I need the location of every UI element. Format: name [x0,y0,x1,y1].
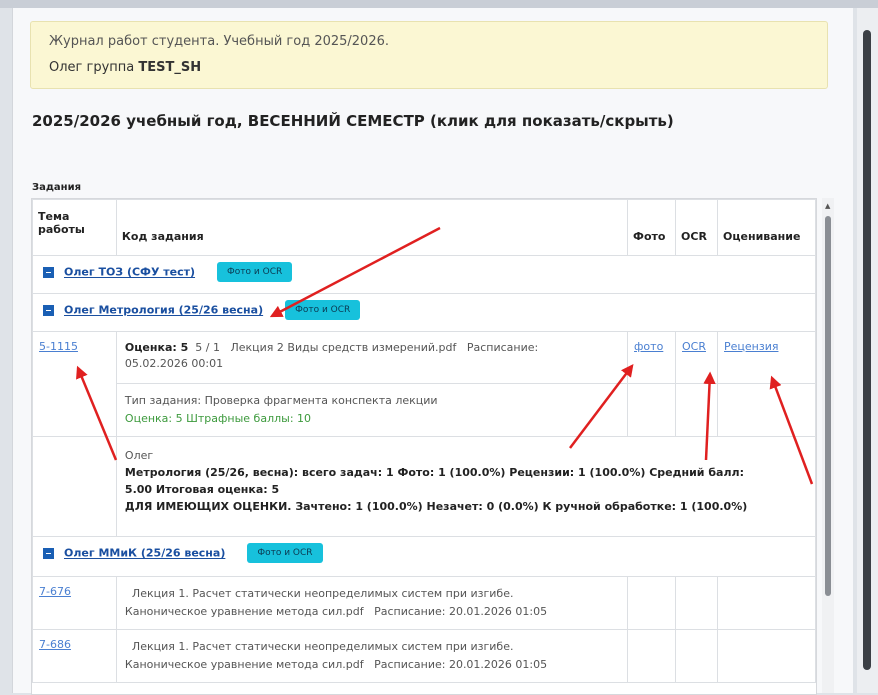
task-schedule-label: Расписание: [466,341,539,354]
group-name: TEST_SH [138,60,202,75]
tasks-table-container: Тема работы Код задания Фото OCR Оценива… [31,198,817,695]
student-name: Олег [49,60,83,75]
task-grade: Оценка: 5 [124,341,189,354]
task-title: Лекция 1. Расчет статически неопределимы… [131,587,514,600]
group-prefix: группа [86,60,135,75]
group-link-metrology[interactable]: Олег Метрология (25/26 весна) [64,304,263,317]
page-scrollbar-thumb[interactable] [863,30,871,670]
task-link[interactable]: 7-676 [39,585,71,598]
task-file-name: Каноническое уравнение метода сил.pdf [124,605,364,618]
tasks-label: Задания [32,182,82,193]
task-file-name: Лекция 2 Виды средств измерений.pdf [230,341,457,354]
summary-student-name: Олег [124,449,154,462]
task-score: Оценка: 5 Штрафные баллы: 10 [124,412,312,425]
table-scrollbar-thumb[interactable] [825,216,831,596]
group-link-toz[interactable]: Олег ТОЗ (СФУ тест) [64,266,195,279]
group-row-toz: Олег ТОЗ (СФУ тест) Фото и OCR [32,255,816,294]
task-schedule: Расписание: 20.01.2026 01:05 [374,658,548,671]
collapse-toggle-icon[interactable] [43,304,54,316]
student-info: Олег группа TEST_SH [49,60,201,75]
review-link[interactable]: Рецензия [724,340,778,353]
page-scrollbar[interactable] [857,8,878,693]
task-grade-fraction: 5 / 1 [195,341,220,354]
task-schedule: Расписание: 20.01.2026 01:05 [374,605,548,618]
summary-line-3: ДЛЯ ИМЕЮЩИХ ОЦЕНКИ. Зачтено: 1 (100.0%) … [124,500,748,513]
task-title: Лекция 1. Расчет статически неопределимы… [131,640,514,653]
table-row: 5-1115 Оценка: 5 5 / 1 Лекция 2 Виды сре… [32,331,816,437]
photo-link[interactable]: фото [634,340,663,353]
task-file-name: Каноническое уравнение метода сил.pdf [124,658,364,671]
table-row: 7-686 Лекция 1. Расчет статически неопре… [32,629,816,683]
ocr-link[interactable]: OCR [682,340,706,353]
task-type: Тип задания: Проверка фрагмента конспект… [124,394,438,407]
task-link[interactable]: 5-1115 [39,340,78,353]
summary-line-2: 5.00 Итоговая оценка: 5 [124,483,280,496]
group-row-mmik: Олег ММиК (25/26 весна) Фото и OCR [32,536,816,577]
summary-row: Олег Метрология (25/26, весна): всего за… [32,436,816,537]
semester-toggle[interactable]: 2025/2026 учебный год, ВЕСЕННИЙ СЕМЕСТР … [32,112,674,130]
task-link[interactable]: 7-686 [39,638,71,651]
summary-line-1: Метрология (25/26, весна): всего задач: … [124,466,744,479]
table-header-row: Тема работы Код задания Фото OCR Оценива… [32,199,816,256]
col-code-header: Код задания [115,199,629,256]
col-grading-header: Оценивание [717,199,816,256]
table-row-detail: Тип задания: Проверка фрагмента конспект… [33,383,816,437]
col-photo-header: Фото [627,199,677,256]
col-topic-header: Тема работы [32,199,117,256]
student-journal-notice: Журнал работ студента. Учебный год 2025/… [30,21,828,89]
photo-ocr-button[interactable]: Фото и OCR [247,543,323,563]
collapse-toggle-icon[interactable] [43,266,54,278]
group-row-metrology: Олег Метрология (25/26 весна) Фото и OCR [32,293,816,332]
window-top-bar [0,0,878,8]
scroll-up-arrow-icon[interactable]: ▲ [825,202,830,210]
photo-ocr-button[interactable]: Фото и OCR [285,300,361,320]
table-row: 7-676 Лекция 1. Расчет статически неопре… [32,576,816,630]
col-ocr-header: OCR [675,199,718,256]
table-scrollbar[interactable]: ▲ [822,198,834,693]
photo-ocr-button[interactable]: Фото и OCR [217,262,293,282]
journal-title: Журнал работ студента. Учебный год 2025/… [49,34,389,49]
task-schedule-value: 05.02.2026 00:01 [124,357,224,370]
tasks-table: Тема работы Код задания Фото OCR Оценива… [32,199,816,683]
collapse-toggle-icon[interactable] [43,547,54,559]
group-link-mmik[interactable]: Олег ММиК (25/26 весна) [64,547,225,560]
